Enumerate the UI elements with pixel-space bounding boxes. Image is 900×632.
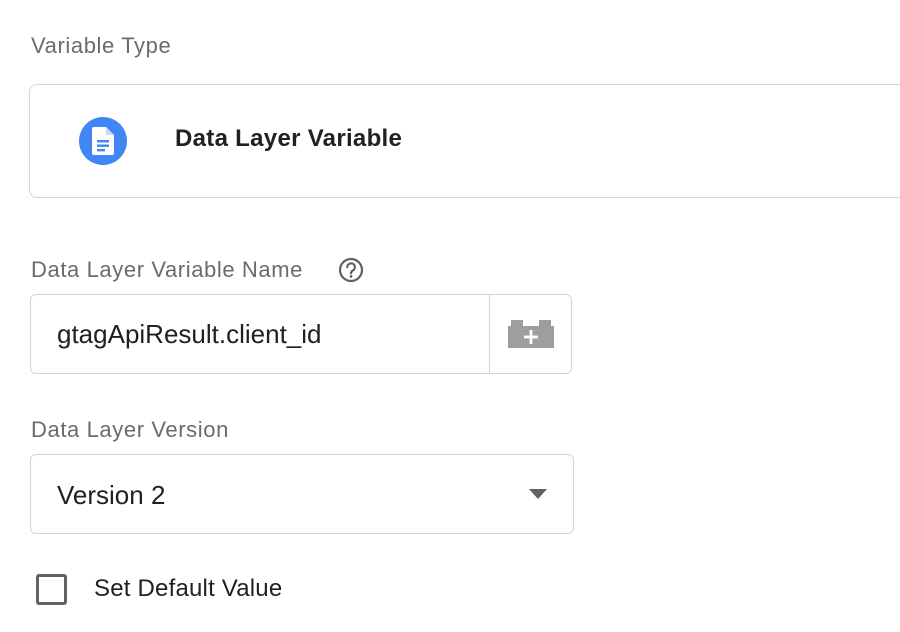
version-selected-value: Version 2	[57, 480, 166, 510]
variable-brick-plus-icon	[507, 320, 554, 348]
variable-type-card[interactable]: Data Layer Variable	[29, 84, 900, 198]
variable-name-label: Data Layer Variable Name	[31, 257, 304, 282]
variable-name-field	[30, 294, 572, 374]
variable-type-label: Variable Type	[31, 33, 172, 58]
help-circle-icon[interactable]	[338, 257, 364, 283]
default-value-checkbox[interactable]	[36, 573, 67, 605]
variable-type-title: Data Layer Variable	[175, 125, 403, 152]
variable-name-input[interactable]	[31, 295, 489, 373]
version-select[interactable]: Version 2	[30, 454, 574, 534]
caret-down-icon	[529, 489, 547, 499]
document-icon	[79, 117, 127, 165]
variable-config-page: Variable Type Data Layer Variable Data L…	[0, 0, 900, 632]
version-label: Data Layer Version	[31, 417, 229, 442]
default-value-label[interactable]: Set Default Value	[94, 575, 282, 603]
default-value-row: Set Default Value	[36, 570, 282, 608]
variable-picker-button[interactable]	[489, 295, 571, 373]
